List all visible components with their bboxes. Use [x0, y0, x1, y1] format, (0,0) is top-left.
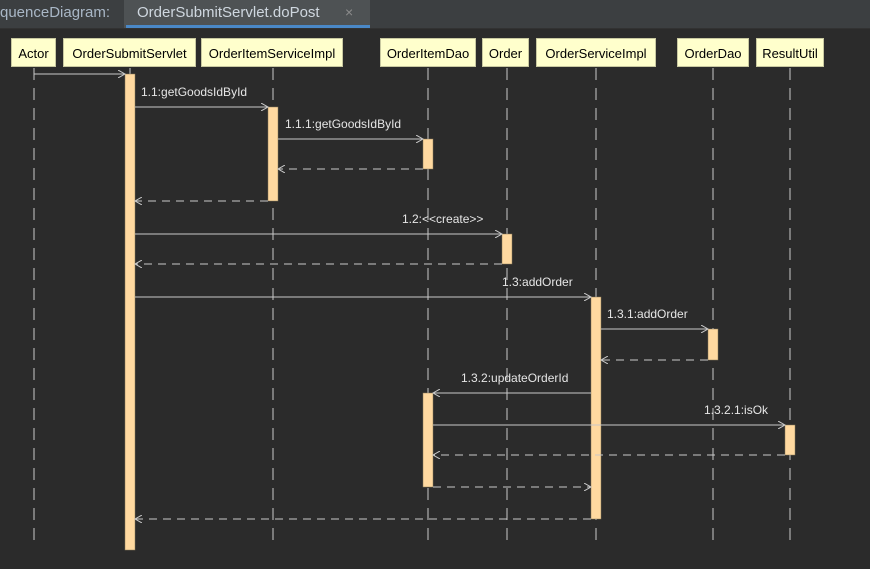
message-label-1-3-2-1[interactable]: 1.3.2.1:isOk [704, 403, 769, 417]
activation-orderdao [707, 328, 719, 361]
message-label-1-1[interactable]: 1.1:getGoodsIdById [141, 85, 247, 99]
message-label-1-3-2[interactable]: 1.3.2:updateOrderId [461, 371, 568, 385]
message-label-1-3-1[interactable]: 1.3.1:addOrder [607, 307, 688, 321]
activation-orderitemserviceimpl [267, 106, 279, 202]
activation-ordersubmitservlet [124, 73, 136, 551]
activation-order [501, 233, 513, 265]
message-label-1-3[interactable]: 1.3:addOrder [502, 275, 573, 289]
message-label-1-1-1[interactable]: 1.1.1:getGoodsIdById [285, 117, 401, 131]
activation-orderitemdao-1 [422, 138, 434, 170]
sequence-diagram: 1.1:getGoodsIdById 1.1.1:getGoodsIdById … [33, 68, 796, 551]
activation-orderitemdao-2 [422, 392, 434, 488]
message-label-1-2[interactable]: 1.2:<<create>> [402, 212, 483, 226]
activation-orderserviceimpl [590, 296, 602, 520]
activation-resultutil [784, 424, 796, 456]
